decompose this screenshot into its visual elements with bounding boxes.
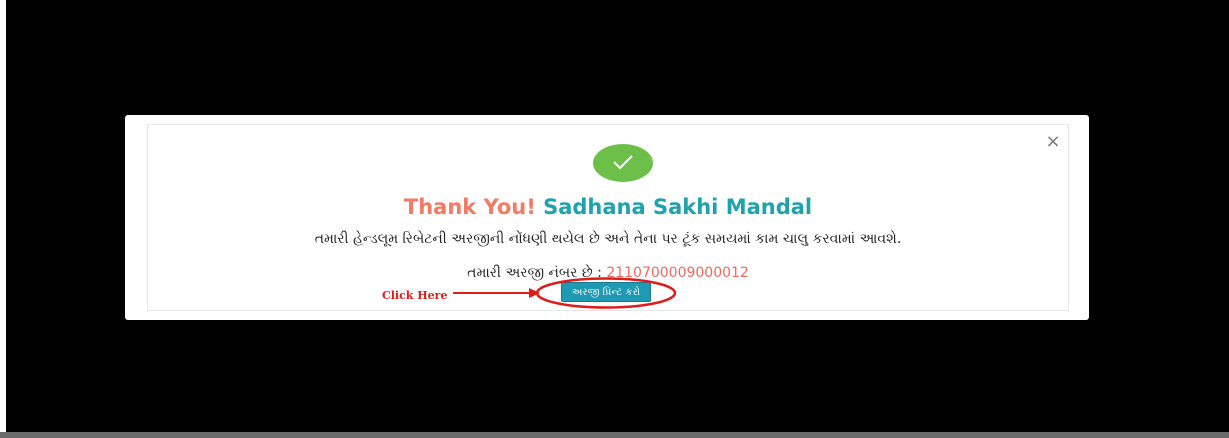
bottom-bar xyxy=(0,432,1229,438)
close-button[interactable]: × xyxy=(1044,133,1062,151)
confirmation-message: તમારી હેન્ડલૂમ રિબેટની અરજીની નોંધણી થયે… xyxy=(314,231,902,247)
modal-title: Thank You! Sadhana Sakhi Mandal xyxy=(148,194,1068,220)
organization-name: Sadhana Sakhi Mandal xyxy=(543,195,813,219)
click-here-annotation: Click Here xyxy=(382,289,448,302)
highlight-circle-icon xyxy=(535,277,677,309)
annotation-arrow-icon xyxy=(453,288,540,298)
thank-you-text: Thank You! xyxy=(403,195,536,219)
check-icon xyxy=(593,144,653,182)
